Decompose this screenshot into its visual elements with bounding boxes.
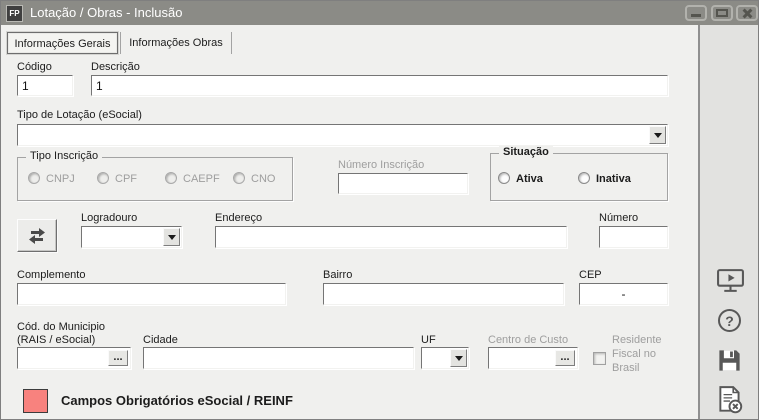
- residente-fiscal-checkbox[interactable]: [593, 352, 606, 365]
- tipo-lotacao-label: Tipo de Lotação (eSocial): [17, 109, 142, 121]
- radio-cpf-circle[interactable]: [97, 172, 109, 184]
- radio-cno-circle[interactable]: [233, 172, 245, 184]
- descricao-input[interactable]: [91, 75, 668, 96]
- situacao-legend: Situação: [499, 146, 553, 158]
- numero-input[interactable]: [599, 226, 668, 248]
- logradouro-select[interactable]: [81, 226, 182, 248]
- radio-caepf-circle[interactable]: [165, 172, 177, 184]
- numero-label: Número: [599, 212, 639, 224]
- residente-fiscal-label: Residente Fiscal no Brasil: [612, 334, 662, 374]
- tipo-inscricao-legend: Tipo Inscrição: [26, 150, 103, 162]
- help-button[interactable]: ?: [716, 307, 746, 337]
- uf-select[interactable]: [421, 347, 469, 369]
- window-title: Lotação / Obras - Inclusão: [30, 5, 183, 20]
- cep-input[interactable]: [579, 283, 668, 305]
- radio-inativa-circle[interactable]: [578, 172, 590, 184]
- radio-cnpj[interactable]: CNPJ: [28, 172, 75, 185]
- uf-label: UF: [421, 334, 436, 346]
- close-button[interactable]: [736, 5, 758, 21]
- descricao-label: Descrição: [91, 61, 140, 73]
- radio-cnpj-circle[interactable]: [28, 172, 40, 184]
- cod-municipio-browse-button[interactable]: ...: [108, 350, 128, 366]
- numero-inscricao-input[interactable]: [338, 173, 468, 194]
- minimize-icon: [691, 14, 701, 17]
- chevron-down-icon[interactable]: [163, 228, 180, 246]
- radio-caepf[interactable]: CAEPF: [165, 172, 220, 185]
- cod-municipio-label-2: (RAIS / eSocial): [17, 334, 96, 346]
- complemento-input[interactable]: [17, 283, 286, 305]
- codigo-label: Código: [17, 61, 52, 73]
- help-icon: ?: [718, 309, 741, 332]
- maximize-button[interactable]: [711, 5, 733, 21]
- cod-municipio-label: Cód. do Municipio: [17, 321, 106, 333]
- minimize-button[interactable]: [685, 5, 707, 21]
- tipo-lotacao-select[interactable]: [17, 124, 668, 146]
- radio-cno[interactable]: CNO: [233, 172, 275, 185]
- dialog-window: FP Lotação / Obras - Inclusão Informaçõe…: [0, 0, 759, 420]
- centro-custo-browse-button[interactable]: ...: [555, 350, 575, 366]
- cancel-record-button[interactable]: [716, 385, 746, 415]
- titlebar: FP Lotação / Obras - Inclusão: [1, 1, 758, 25]
- video-tutorial-button[interactable]: [716, 267, 746, 297]
- address-lookup-button[interactable]: [17, 219, 57, 252]
- endereco-input[interactable]: [215, 226, 567, 248]
- save-button[interactable]: [716, 347, 746, 377]
- centro-custo-input[interactable]: ...: [488, 347, 578, 369]
- radio-ativa[interactable]: Ativa: [498, 172, 543, 185]
- codigo-input[interactable]: [17, 75, 73, 96]
- complemento-label: Complemento: [17, 269, 86, 281]
- cep-label: CEP: [579, 269, 602, 281]
- app-icon: FP: [6, 5, 23, 22]
- video-tutorial-icon: [717, 269, 744, 292]
- required-fields-note: Campos Obrigatórios eSocial / REINF: [61, 393, 293, 408]
- endereco-label: Endereço: [215, 212, 263, 224]
- action-sidebar: ?: [698, 25, 758, 419]
- centro-custo-label: Centro de Custo: [488, 334, 569, 346]
- cod-municipio-input[interactable]: ...: [17, 347, 131, 369]
- cancel-record-icon: [719, 386, 743, 414]
- tab-informacoes-obras[interactable]: Informações Obras: [120, 32, 232, 54]
- radio-ativa-circle[interactable]: [498, 172, 510, 184]
- chevron-down-icon[interactable]: [649, 126, 666, 144]
- maximize-icon: [716, 9, 728, 17]
- cidade-input[interactable]: [143, 347, 414, 369]
- logradouro-label: Logradouro: [81, 212, 138, 224]
- radio-inativa[interactable]: Inativa: [578, 172, 631, 185]
- radio-cpf[interactable]: CPF: [97, 172, 137, 185]
- tab-informacoes-gerais[interactable]: Informações Gerais: [7, 32, 118, 54]
- bairro-label: Bairro: [323, 269, 353, 281]
- required-field-swatch: [23, 389, 48, 413]
- save-icon: [719, 350, 740, 371]
- chevron-down-icon[interactable]: [450, 349, 467, 367]
- cidade-label: Cidade: [143, 334, 178, 346]
- numero-inscricao-label: Número Inscrição: [338, 159, 425, 171]
- swap-arrows-icon: [29, 228, 45, 244]
- bairro-input[interactable]: [323, 283, 564, 305]
